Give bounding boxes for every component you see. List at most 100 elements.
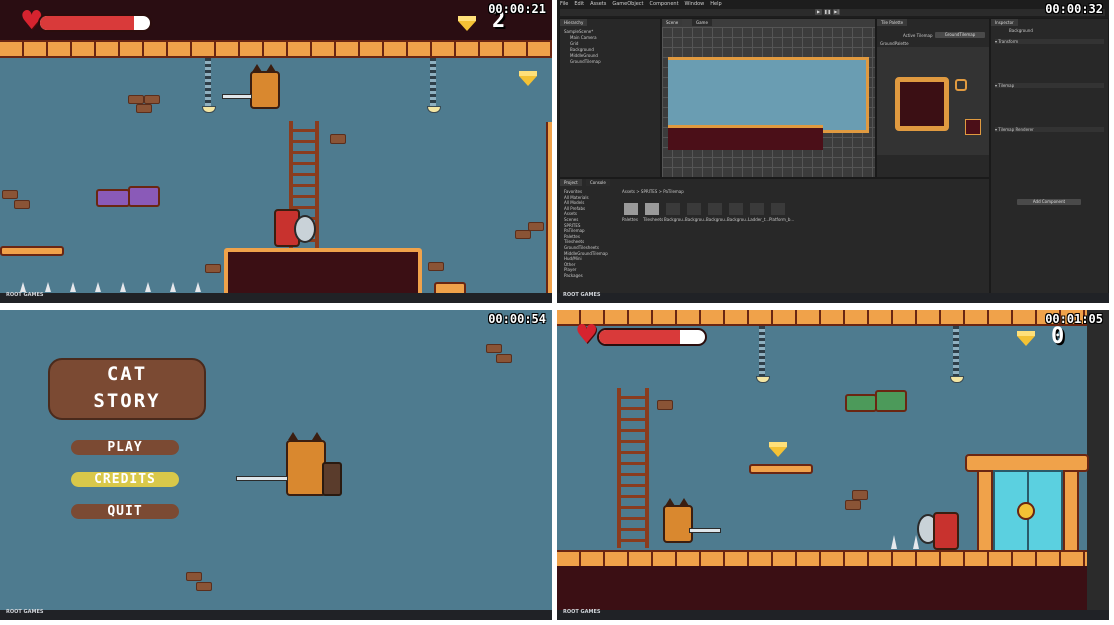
project-tree-item[interactable]: Player	[564, 267, 576, 272]
wall-brick	[2, 190, 18, 199]
play-button[interactable]: PLAY	[71, 440, 179, 455]
wall-brick	[496, 354, 512, 363]
add-component-button[interactable]: Add Component	[1017, 199, 1081, 205]
project-tree-item[interactable]: MiddleGroundTilemap	[564, 251, 608, 256]
hierarchy-item[interactable]: GroundTilemap	[570, 59, 601, 64]
asset-thumbnail[interactable]	[666, 203, 680, 215]
wall-brick	[144, 95, 160, 104]
menu-item[interactable]: GameObject	[612, 1, 643, 7]
tile-palette-tab[interactable]: Tile Palette	[877, 19, 908, 26]
player-cat-sprite	[657, 498, 721, 544]
tab-project[interactable]: Project	[560, 179, 582, 186]
video-timestamp: 00:00:54	[488, 312, 546, 326]
scene-ground	[668, 125, 823, 150]
project-tree-item[interactable]: Palettes	[564, 234, 580, 239]
project-tree-item[interactable]: All Materials	[564, 195, 589, 200]
floor-spike	[95, 282, 101, 292]
project-tree-item[interactable]: Packages	[564, 273, 583, 278]
project-tree-item[interactable]: All Models	[564, 200, 584, 205]
asset-thumbnail[interactable]	[708, 203, 722, 215]
active-tilemap-dropdown[interactable]: GroundTilemap	[935, 32, 985, 38]
play-button[interactable]: ▶	[815, 9, 822, 15]
ceiling-tiles	[0, 40, 552, 58]
hanging-chain	[759, 326, 765, 378]
health-heart-icon: ♥	[575, 320, 599, 350]
hierarchy-item[interactable]: Main Camera	[570, 35, 597, 40]
exit-door	[965, 454, 1089, 552]
scene-level-preview	[668, 57, 869, 133]
scene-view[interactable]: Scene Game	[661, 18, 876, 178]
asset-thumbnail[interactable]	[729, 203, 743, 215]
wall-brick	[14, 200, 30, 209]
game-title-line2: STORY	[93, 390, 161, 412]
asset-thumbnail[interactable]	[771, 203, 785, 215]
floor-spike	[120, 282, 126, 292]
asset-thumbnail[interactable]	[624, 203, 638, 215]
menu-item[interactable]: Help	[710, 1, 721, 7]
menu-item[interactable]: Component	[650, 1, 679, 7]
enemy-cat-knight-sprite	[917, 508, 967, 550]
tab-console[interactable]: Console	[586, 179, 610, 186]
floor-spike	[20, 282, 26, 292]
project-tree-item[interactable]: Tilesheets	[564, 239, 584, 244]
hierarchy-tab[interactable]: Hierarchy	[560, 19, 588, 26]
quit-button[interactable]: QUIT	[71, 504, 179, 519]
asset-thumbnail[interactable]	[750, 203, 764, 215]
menu-item[interactable]: Window	[685, 1, 705, 7]
palette-tile[interactable]	[965, 119, 981, 135]
hierarchy-pane: Hierarchy SampleScene* Main Camera Grid Bac…	[559, 18, 661, 178]
gem-pickup	[519, 71, 537, 86]
video-timestamp: 00:00:32	[1045, 2, 1103, 16]
hierarchy-item[interactable]: Background	[570, 47, 594, 52]
wall-brick	[196, 582, 212, 591]
project-tree-item[interactable]: All Prefabs	[564, 206, 585, 211]
inspector-section[interactable]: ▾ Tilemap Renderer	[995, 127, 1104, 132]
ladder	[617, 388, 649, 548]
hierarchy-item[interactable]: SampleScene*	[564, 29, 593, 34]
tab-scene[interactable]: Scene	[662, 19, 683, 26]
project-tree-item[interactable]: Assets	[564, 211, 577, 216]
project-tree-item[interactable]: PaTilemap	[564, 228, 585, 233]
palette-tile-preview[interactable]	[895, 77, 949, 131]
step-button[interactable]: ▶|	[833, 9, 840, 15]
floor-spike	[45, 282, 51, 292]
ceiling-tiles	[557, 310, 1087, 326]
inspector-section[interactable]: ▾ Tilemap	[995, 83, 1104, 88]
asset-label: Ladder_t...	[748, 217, 770, 222]
inspector-tab[interactable]: Inspector	[991, 19, 1018, 26]
floor-spike	[170, 282, 176, 292]
inspector-section[interactable]: ▾ Transform	[995, 39, 1104, 44]
palette-tile[interactable]	[955, 79, 967, 91]
wall-brick	[845, 500, 861, 510]
project-tree-item[interactable]: Scenes	[564, 217, 578, 222]
credits-button[interactable]: CREDITS	[71, 472, 179, 487]
asset-label: Palettes	[622, 217, 638, 222]
menu-item[interactable]: Edit	[574, 1, 584, 7]
project-tree-item[interactable]: SPRITES	[564, 223, 580, 228]
palette-dropdown[interactable]: GroundPalette	[880, 41, 909, 46]
inspector-object-name[interactable]: Background	[1009, 28, 1033, 33]
asset-thumbnail[interactable]	[645, 203, 659, 215]
editor-menubar: File Edit Assets GameObject Component Window H…	[557, 0, 1109, 18]
project-tree-item[interactable]: GroundTilesheets	[564, 245, 599, 250]
tab-game[interactable]: Game	[692, 19, 712, 26]
menu-item[interactable]: File	[560, 1, 568, 7]
floor-spike	[195, 282, 201, 292]
root-games-logo: ROOT GAMES	[0, 610, 552, 620]
hierarchy-item[interactable]: MiddleGround	[570, 53, 598, 58]
hanging-lamp	[427, 106, 441, 113]
active-tilemap-label: Active Tilemap	[903, 33, 933, 38]
menu-item[interactable]: Assets	[590, 1, 606, 7]
floating-platform-item	[875, 390, 907, 412]
video-timestamp: 00:00:21	[488, 2, 546, 16]
asset-thumbnail[interactable]	[687, 203, 701, 215]
floating-platform-item	[845, 394, 877, 412]
enemy-cat-knight-sprite	[270, 205, 320, 247]
root-games-logo: ROOT GAMES	[557, 610, 1109, 620]
pause-button[interactable]: ❚❚	[824, 9, 831, 15]
project-tree-item[interactable]: Favorites	[564, 189, 582, 194]
project-tree-item[interactable]: Other	[564, 262, 575, 267]
floating-platform-item	[128, 186, 160, 207]
project-tree-item[interactable]: Hud/Mini	[564, 256, 582, 261]
hierarchy-item[interactable]: Grid	[570, 41, 578, 46]
